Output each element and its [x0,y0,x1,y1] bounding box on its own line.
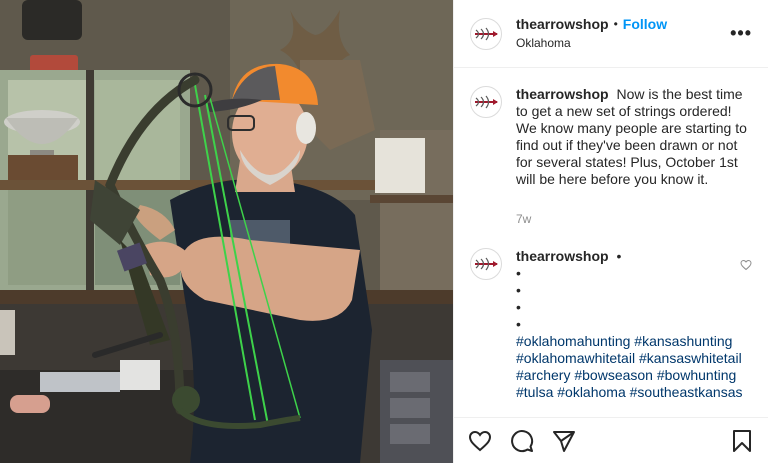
hashtags[interactable]: #oklahomahunting #kansashunting #oklahom… [516,333,752,401]
bookmark-icon [733,429,751,452]
more-options-icon[interactable]: ••• [730,24,752,42]
post-header: thearrowshop • Follow Oklahoma ••• [454,0,768,68]
comment-body: thearrowshop • • • • • #oklahomahunting … [516,248,752,401]
avatar[interactable] [470,86,502,118]
header-text: thearrowshop • Follow Oklahoma [516,15,667,52]
caption-body: thearrowshop Now is the best time to get… [516,86,752,228]
username-link[interactable]: thearrowshop [516,86,609,102]
heart-icon [468,430,492,451]
arrow-shop-logo-icon [475,257,498,271]
post-timestamp[interactable]: 7w [516,211,752,228]
username-link[interactable]: thearrowshop [516,15,609,33]
post-photo-illustration [0,0,453,463]
bullet-item: • [516,282,521,298]
comment-like-button[interactable] [740,258,752,276]
save-button[interactable] [730,429,754,453]
avatar[interactable] [470,248,502,280]
like-button[interactable] [468,429,492,453]
bullet-item: • [516,265,521,281]
comments-section: thearrowshop Now is the best time to get… [454,68,768,417]
bullet-list: • • • • [516,265,752,333]
bullet-item: • [516,299,521,315]
post-photo[interactable] [0,0,453,463]
hashtag-comment: thearrowshop • • • • • #oklahomahunting … [470,248,752,401]
paper-plane-icon [553,430,575,452]
separator-dot: • [616,248,622,264]
caption-comment: thearrowshop Now is the best time to get… [470,86,752,228]
header-username-row: thearrowshop • Follow [516,15,667,33]
username-link[interactable]: thearrowshop [516,248,609,264]
action-bar [454,417,768,463]
location-link[interactable]: Oklahoma [516,34,667,52]
share-button[interactable] [552,429,576,453]
comment-button[interactable] [510,429,534,453]
small-heart-icon [740,259,752,271]
comment-icon [511,429,534,452]
arrow-shop-logo-icon [475,95,498,109]
post-side-panel: thearrowshop • Follow Oklahoma ••• thear… [453,0,768,463]
avatar[interactable] [470,17,502,50]
arrow-shop-logo-icon [475,27,498,40]
separator-dot: • [613,17,618,31]
bullet-item: • [516,316,521,332]
follow-button[interactable]: Follow [623,15,667,33]
